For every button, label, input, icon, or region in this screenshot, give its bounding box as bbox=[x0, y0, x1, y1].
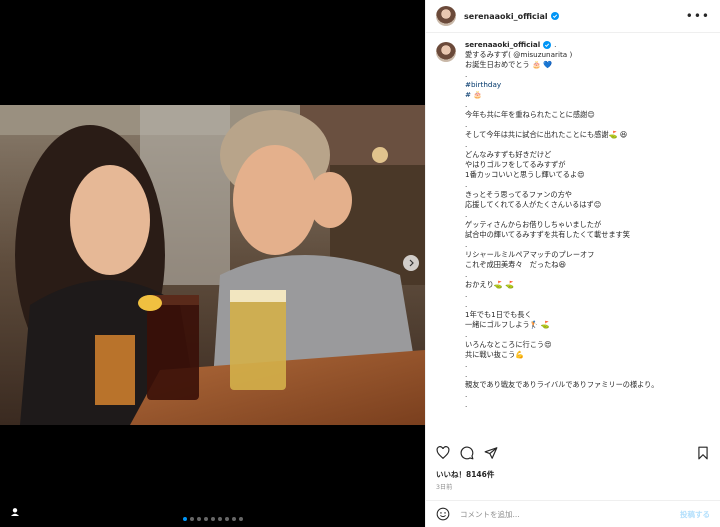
caption-line: 応援してくれてる人がたくさんいるはず😊 bbox=[465, 200, 602, 209]
caption-line: . bbox=[465, 240, 468, 249]
caption-header-suffix: . bbox=[554, 40, 557, 49]
carousel-dot bbox=[196, 517, 201, 521]
carousel-dot bbox=[210, 517, 215, 521]
caption-line: 愛するみすず( @misuzunarita ) bbox=[465, 50, 573, 59]
carousel-dot bbox=[224, 517, 229, 521]
caption-line: ゲッティさんからお借りしちゃいましたが bbox=[465, 220, 602, 229]
caption-line: 1番カッコいいと思うし輝いてるよ😍 bbox=[465, 170, 585, 179]
caption-line: リシャールミルペアマッチのプレーオフ bbox=[465, 250, 595, 259]
caption-line: . bbox=[465, 400, 468, 409]
caption-line: これぞ成田美寿々 だったね😆 bbox=[465, 260, 566, 269]
caption-line: . bbox=[465, 270, 468, 279]
caption-line: きっとそう思ってるファンの方や bbox=[465, 190, 572, 199]
caption-line: . bbox=[465, 370, 468, 379]
caption-line: . bbox=[465, 120, 468, 129]
likes-count[interactable]: いいね！8146件 bbox=[436, 469, 494, 480]
action-bar bbox=[436, 445, 710, 461]
caption-line: . bbox=[465, 360, 468, 369]
caption-line: そして今年は共に試合に出れたことにも感謝⛳ 😆 bbox=[465, 130, 628, 139]
chevron-right-icon bbox=[409, 259, 414, 267]
hashtag-link[interactable]: #birthday bbox=[465, 80, 710, 90]
carousel-dot bbox=[203, 517, 208, 521]
caption-line: . bbox=[465, 70, 468, 79]
post-header: serenaaoki_official ••• bbox=[426, 0, 720, 33]
caption-line: 親友であり戦友でありライバルでありファミリーの様より。 bbox=[465, 380, 659, 389]
comment-input[interactable] bbox=[460, 509, 660, 519]
share-icon[interactable] bbox=[484, 446, 498, 460]
bookmark-icon[interactable] bbox=[696, 446, 710, 460]
caption-line: . bbox=[465, 390, 468, 399]
post-comment-button[interactable]: 投稿する bbox=[680, 509, 710, 520]
comment-bar: 投稿する bbox=[426, 500, 720, 527]
caption-text: 愛するみすず( @misuzunarita ) お誕生日おめでとう 🎂 💙. #bi… bbox=[465, 50, 710, 410]
caption-line: 一緒にゴルフしよう🏌 ⛳ bbox=[465, 320, 550, 329]
next-slide-button[interactable] bbox=[403, 255, 419, 271]
caption-line: 試合中の輝いてるみすずを共有したくて載せます笑 bbox=[465, 230, 630, 239]
caption-line: 1年でも1日でも長く bbox=[465, 310, 532, 319]
carousel-dot bbox=[238, 517, 243, 521]
post-side-panel: serenaaoki_official ••• serenaaoki_offic… bbox=[425, 0, 720, 527]
carousel-indicator bbox=[0, 517, 425, 521]
caption-line: お誕生日おめでとう 🎂 💙 bbox=[465, 60, 553, 69]
caption-username[interactable]: serenaaoki_official bbox=[465, 40, 540, 50]
caption: serenaaoki_official . 愛するみすず( @misuzunar… bbox=[436, 40, 712, 440]
caption-avatar[interactable] bbox=[436, 42, 456, 62]
caption-line: . bbox=[465, 210, 468, 219]
caption-line: . bbox=[465, 290, 468, 299]
caption-line: . bbox=[465, 300, 468, 309]
caption-line: . bbox=[465, 180, 468, 189]
more-icon[interactable]: ••• bbox=[686, 9, 710, 23]
carousel-dot bbox=[189, 517, 194, 521]
caption-line: . bbox=[465, 140, 468, 149]
post-date[interactable]: 3日前 bbox=[436, 482, 452, 491]
post-photo[interactable] bbox=[0, 105, 425, 425]
heart-icon[interactable] bbox=[436, 446, 450, 460]
caption-body: serenaaoki_official . 愛するみすず( @misuzunar… bbox=[465, 40, 710, 440]
caption-line: 共に戦い抜こう💪 bbox=[465, 350, 525, 359]
caption-line: 今年も共に年を重ねられたことに感謝😊 bbox=[465, 110, 595, 119]
verified-icon bbox=[543, 41, 552, 49]
carousel-dot bbox=[217, 517, 222, 521]
media-pane bbox=[0, 0, 425, 527]
header-username[interactable]: serenaaoki_official bbox=[464, 12, 548, 21]
caption-line: おかえり⛳ ⛳ bbox=[465, 280, 514, 289]
hashtag-link[interactable]: # 🎂 bbox=[465, 90, 710, 100]
photo-image bbox=[0, 105, 425, 425]
caption-line: やはりゴルフをしてるみすずが bbox=[465, 160, 566, 169]
avatar[interactable] bbox=[436, 6, 456, 26]
emoji-icon[interactable] bbox=[436, 507, 450, 521]
caption-line: . bbox=[465, 330, 468, 339]
carousel-dot bbox=[182, 517, 187, 521]
caption-line: . bbox=[465, 100, 468, 109]
comment-icon[interactable] bbox=[460, 446, 474, 460]
caption-line: いろんなところに行こう😍 bbox=[465, 340, 552, 349]
verified-icon bbox=[550, 12, 559, 20]
caption-line: どんなみすずも好きだけど bbox=[465, 150, 552, 159]
carousel-dot bbox=[231, 517, 236, 521]
